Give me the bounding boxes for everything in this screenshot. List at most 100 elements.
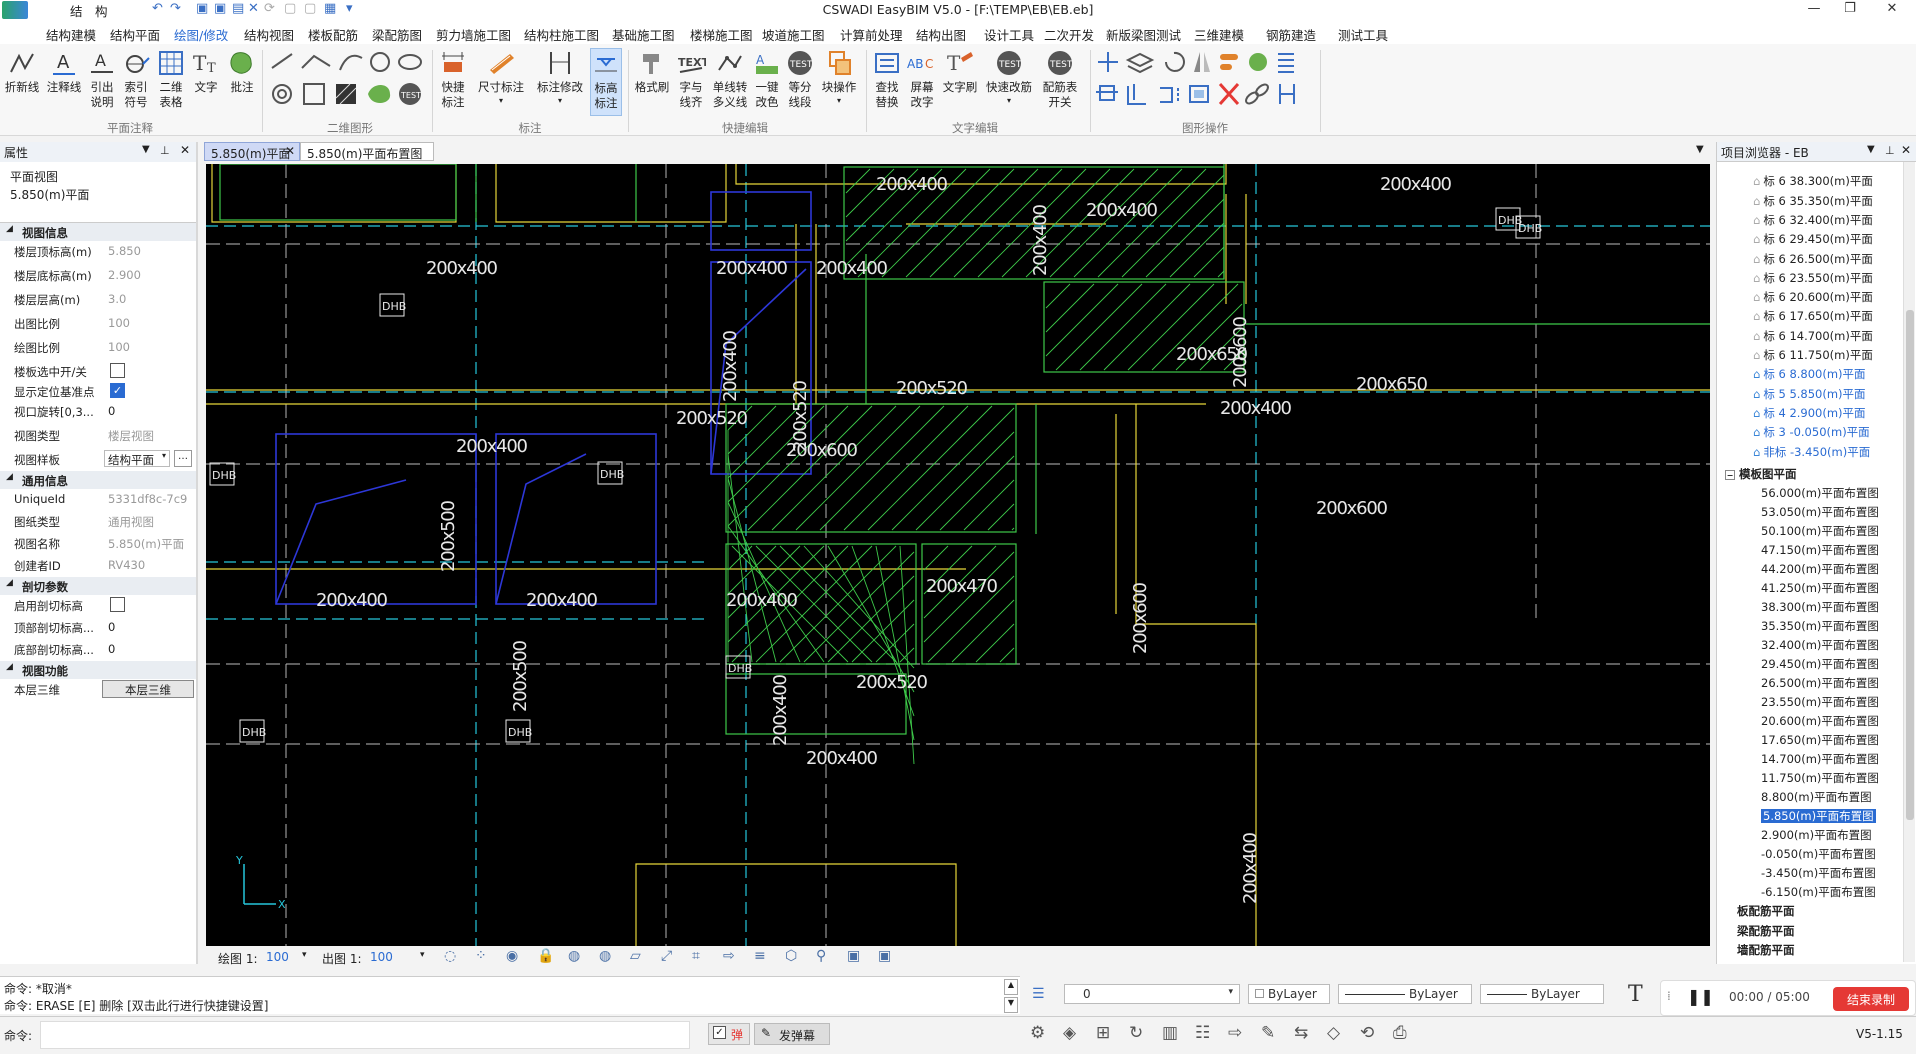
collapse-icon[interactable]: ◢ <box>6 224 13 234</box>
trim-icon[interactable] <box>1096 85 1118 101</box>
tree-item[interactable]: 17.650(m)平面布置图 <box>1761 732 1879 748</box>
tree-item[interactable]: 53.050(m)平面布置图 <box>1761 504 1879 520</box>
tree-item[interactable]: -3.450(m)平面布置图 <box>1761 865 1876 881</box>
tree-group[interactable]: 板配筋平面 <box>1737 903 1795 919</box>
beam-size-label[interactable]: 200x400 <box>1086 200 1158 221</box>
browser-scrollbar[interactable] <box>1903 162 1915 962</box>
linetype-dropdown[interactable]: ByLayer <box>1338 984 1472 1004</box>
property-section[interactable]: ◢ 通用信息 <box>0 471 196 489</box>
beam-size-label[interactable]: 200x400 <box>1380 174 1452 195</box>
offset-icon[interactable] <box>1249 53 1267 71</box>
menu-item[interactable]: 设计工具 <box>984 25 1034 44</box>
tab-5850-layout[interactable]: 5.850(m)平面布置图 <box>300 142 434 161</box>
menu-item[interactable]: 二次开发 <box>1044 25 1094 44</box>
property-row[interactable]: 顶部剖切标高... 0 <box>0 617 196 637</box>
ribbon-quick-dim-button[interactable]: 快捷 标注 <box>436 48 470 110</box>
beam-size-label[interactable]: 200x500 <box>438 500 459 572</box>
tag-icon[interactable]: ◇ <box>1327 1023 1340 1043</box>
move-icon[interactable] <box>1098 52 1118 72</box>
property-row[interactable]: 启用剖切标高 <box>0 595 196 615</box>
menu-item[interactable]: 楼梯施工图 <box>690 25 753 44</box>
ribbon-line-convert-button[interactable]: 单线转 多义线 <box>710 48 750 110</box>
command-scroll-down-icon[interactable]: ▼ <box>1004 997 1018 1013</box>
beam-size-label[interactable]: 200x470 <box>926 576 998 597</box>
browser-close-icon[interactable]: ✕ <box>1901 143 1911 157</box>
property-value[interactable]: 100 <box>108 340 192 354</box>
property-value[interactable]: 楼层视图 <box>108 428 192 444</box>
beam-size-label[interactable]: 200x520 <box>676 408 748 429</box>
tree-item[interactable]: 50.100(m)平面布置图 <box>1761 523 1879 539</box>
tree-item[interactable]: ⌂ 标 3 -0.050(m)平面 <box>1753 424 1870 440</box>
menu-item[interactable]: 楼板配筋 <box>308 25 358 44</box>
property-row[interactable]: 绘图比例 100 <box>0 337 196 357</box>
extend-icon[interactable] <box>1127 84 1146 105</box>
eye-icon[interactable]: ◉ <box>506 948 518 964</box>
beam-size-label[interactable]: 200x400 <box>726 590 798 611</box>
pline-shape-icon[interactable] <box>301 54 331 69</box>
layers-icon[interactable]: ≡ <box>754 948 766 964</box>
beam-size-label[interactable]: 200x600 <box>1230 316 1251 388</box>
menu-item[interactable]: 结构视图 <box>244 25 294 44</box>
test-shape-icon[interactable]: TEST <box>399 83 421 105</box>
panel-pin-icon[interactable]: ⊥ <box>160 144 170 157</box>
ribbon-screen-edit-button[interactable]: AB C 屏幕 改字 <box>906 48 938 110</box>
tree-item[interactable]: ⌂ 标 6 17.650(m)平面 <box>1753 308 1873 324</box>
beam-size-label[interactable]: 200x520 <box>856 672 928 693</box>
dwg-icon[interactable]: ⇨ <box>723 948 735 964</box>
property-value[interactable]: 0 <box>108 642 192 656</box>
local-3d-button[interactable]: 本层三维 <box>102 680 194 698</box>
draw-scale-value[interactable]: 100 <box>266 950 289 964</box>
menu-item[interactable]: 新版梁图测试 <box>1106 25 1181 44</box>
pen-icon[interactable]: ✎ <box>1261 1023 1275 1043</box>
rotate-icon[interactable]: ↻ <box>1129 1023 1143 1043</box>
settings-icon[interactable]: ⚙ <box>1030 1023 1045 1043</box>
tree-item[interactable]: 44.200(m)平面布置图 <box>1761 561 1879 577</box>
break-icon[interactable] <box>1160 87 1179 103</box>
tree-item[interactable]: ⌂ 非标 -3.450(m)平面 <box>1753 444 1870 460</box>
ribbon-find-replace-button[interactable]: 查找 替换 <box>872 48 902 110</box>
property-row[interactable]: 底部剖切标高... 0 <box>0 639 196 659</box>
ribbon-divide-button[interactable]: TEST 等分 线段 <box>784 48 816 110</box>
ribbon-elevation-button[interactable]: 标高 标注 <box>590 48 622 116</box>
rotate-icon[interactable] <box>1165 51 1185 72</box>
explode-icon[interactable] <box>1189 85 1209 103</box>
drag-handle-icon[interactable]: ⁞ <box>1667 989 1671 1003</box>
tree-item[interactable]: 8.800(m)平面布置图 <box>1761 789 1872 805</box>
property-row[interactable]: 楼层层高(m) 3.0 <box>0 289 196 309</box>
danmu-toggle[interactable]: ✓ 弹 <box>708 1023 750 1045</box>
text-style-icon[interactable]: T <box>1628 982 1643 1007</box>
window-icon[interactable]: ▣ <box>847 948 860 964</box>
property-row[interactable]: 楼层底标高(m) 2.900 <box>0 265 196 285</box>
danmu-checkbox[interactable]: ✓ <box>713 1026 726 1039</box>
tree-item[interactable]: 41.250(m)平面布置图 <box>1761 580 1879 596</box>
template-dropdown[interactable]: 结构平面 ▾ <box>104 450 170 467</box>
refresh-icon[interactable]: ◍ <box>568 948 580 964</box>
donut-shape-icon[interactable] <box>272 84 292 104</box>
print-icon[interactable]: ⎙ <box>1393 1023 1407 1043</box>
ribbon-text-button[interactable]: TT 文字 <box>190 48 222 95</box>
ribbon-recolor-button[interactable]: A 一键 改色 <box>752 48 782 110</box>
property-section[interactable]: ◢ 视图信息 <box>0 223 196 241</box>
frame-icon[interactable]: ⌗ <box>692 948 700 964</box>
menu-item[interactable]: 剪力墙施工图 <box>436 25 511 44</box>
ribbon-comment-button[interactable]: 批注 <box>224 48 260 95</box>
panel-icon[interactable]: ▥ <box>1162 1023 1178 1043</box>
property-row[interactable]: 显示定位基准点 ✓ <box>0 381 196 401</box>
ribbon-rebar-edit-button[interactable]: TEST 快速改筋 ▾ <box>984 48 1034 108</box>
beam-size-label[interactable]: 200x400 <box>876 174 948 195</box>
tree-item[interactable]: 20.600(m)平面布置图 <box>1761 713 1879 729</box>
dwg-icon[interactable]: ⇨ <box>1228 1023 1242 1043</box>
tree-item[interactable]: 26.500(m)平面布置图 <box>1761 675 1879 691</box>
beam-size-label[interactable]: 200x520 <box>896 378 968 399</box>
tree-item[interactable]: 2.900(m)平面布置图 <box>1761 827 1872 843</box>
tree-item[interactable]: ⌂ 标 6 35.350(m)平面 <box>1753 193 1873 209</box>
stretch-icon[interactable] <box>1220 54 1238 70</box>
property-row[interactable]: 创建者ID RV430 <box>0 555 196 575</box>
rect-shape-icon[interactable] <box>303 83 325 105</box>
property-row[interactable]: UniqueId 5331df8c-7c9 <box>0 489 196 509</box>
ribbon-block-button[interactable]: 块操作 ▾ <box>818 48 860 108</box>
property-row[interactable]: 视口旋转[0,3... 0 <box>0 401 196 421</box>
tree-icon[interactable]: ⊞ <box>1096 1023 1110 1043</box>
tree-item[interactable]: ⌂ 标 6 20.600(m)平面 <box>1753 289 1873 305</box>
draw-scale-dropdown-icon[interactable]: ▾ <box>302 950 307 960</box>
